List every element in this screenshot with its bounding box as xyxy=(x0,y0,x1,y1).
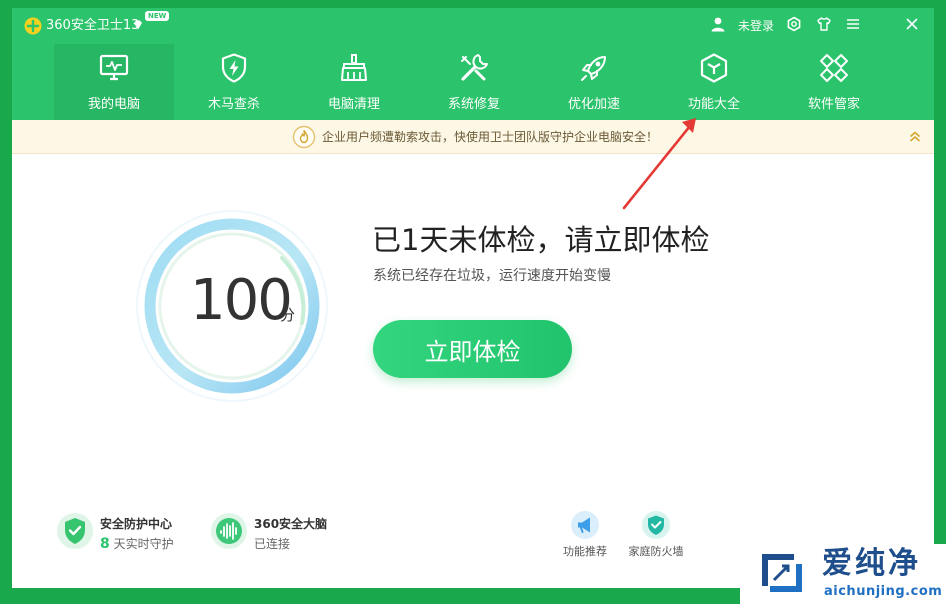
cube-icon xyxy=(700,53,728,83)
security-center-status: 8 天实时守护 xyxy=(100,536,174,552)
protect-days-count: 8 xyxy=(100,536,110,552)
brain-wave-icon xyxy=(211,513,247,549)
protect-days-label: 天实时守护 xyxy=(113,537,174,551)
apps-icon xyxy=(820,54,848,82)
tab-software-manager[interactable]: 软件管家 xyxy=(774,44,894,120)
shield-icon xyxy=(57,513,93,549)
watermark: 爱纯净 aichunjing.com xyxy=(740,544,946,604)
login-link[interactable]: 未登录 xyxy=(738,17,774,35)
settings-icon[interactable] xyxy=(786,16,802,32)
tab-label: 电脑清理 xyxy=(327,97,380,112)
skin-shirt-icon[interactable] xyxy=(816,16,832,32)
diamond-icon[interactable] xyxy=(132,19,144,31)
home-firewall-label: 家庭防火墙 xyxy=(628,545,684,558)
tab-label: 系统修复 xyxy=(447,97,500,112)
watermark-text: 爱纯净 xyxy=(822,546,921,581)
annotation-arrow xyxy=(622,118,696,210)
tab-trojan-scan[interactable]: 木马查杀 xyxy=(174,44,294,120)
notice-text[interactable]: 企业用户频遭勒索攻击，快使用卫士团队版守护企业电脑安全！ xyxy=(322,128,658,146)
new-badge: NEW xyxy=(145,11,170,21)
megaphone-icon xyxy=(571,511,599,539)
security-brain[interactable]: 360安全大脑 已连接 xyxy=(210,510,340,554)
check-subline: 系统已经存在垃圾，运行速度开始变慢 xyxy=(373,268,611,284)
firewall-shield-icon xyxy=(642,511,670,539)
broom-icon xyxy=(341,54,367,81)
tab-speed-up[interactable]: 优化加速 xyxy=(534,44,654,120)
app-title: 360安全卫士13 xyxy=(46,18,140,33)
watermark-url: aichunjing.com xyxy=(824,584,943,599)
tab-label: 我的电脑 xyxy=(87,97,140,112)
tab-system-repair[interactable]: 系统修复 xyxy=(414,44,534,120)
feature-recommend-label: 功能推荐 xyxy=(563,545,607,558)
security-center-title: 安全防护中心 xyxy=(100,517,173,531)
tab-label: 软件管家 xyxy=(807,97,860,112)
chevron-double-up-icon[interactable] xyxy=(908,130,922,144)
user-icon[interactable] xyxy=(710,16,726,32)
start-check-button[interactable]: 立即体检 xyxy=(373,320,572,378)
tab-cleanup[interactable]: 电脑清理 xyxy=(294,44,414,120)
tab-all-features[interactable]: 功能大全 xyxy=(654,44,774,120)
flame-badge-icon xyxy=(292,125,316,149)
security-brain-title: 360安全大脑 xyxy=(254,517,328,531)
shield-lightning-icon xyxy=(221,53,247,83)
home-firewall[interactable]: 家庭防火墙 xyxy=(623,510,689,560)
app-logo-icon xyxy=(24,17,42,35)
notice-bar[interactable]: 企业用户频遭勒索攻击，快使用卫士团队版守护企业电脑安全！ xyxy=(12,120,934,154)
main-nav: 我的电脑 木马查杀 电脑清理 系统修复 优化加速 功能大全 软件管家 xyxy=(54,44,934,120)
header: 360安全卫士13 NEW 未登录 我的电脑 木马查杀 电脑清理 系统修复 优化… xyxy=(12,8,934,120)
tab-my-computer[interactable]: 我的电脑 xyxy=(54,44,174,120)
score-unit: 分 xyxy=(280,306,296,324)
monitor-icon xyxy=(99,54,129,81)
score-value: 100 xyxy=(190,268,293,333)
main-window: 360安全卫士13 NEW 未登录 我的电脑 木马查杀 电脑清理 系统修复 优化… xyxy=(12,8,934,588)
rocket-icon xyxy=(581,56,606,81)
close-icon[interactable] xyxy=(904,16,920,32)
check-headline: 已1天未体检，请立即体检 xyxy=(372,223,710,257)
watermark-logo-icon xyxy=(762,554,802,592)
wrench-icon xyxy=(461,54,488,81)
security-center[interactable]: 安全防护中心 8 天实时守护 xyxy=(56,510,196,554)
menu-icon[interactable] xyxy=(845,16,861,32)
feature-recommend[interactable]: 功能推荐 xyxy=(555,510,615,560)
security-brain-status: 已连接 xyxy=(254,537,291,551)
tab-label: 木马查杀 xyxy=(207,97,260,112)
title-bar: 360安全卫士13 NEW 未登录 xyxy=(12,8,934,44)
